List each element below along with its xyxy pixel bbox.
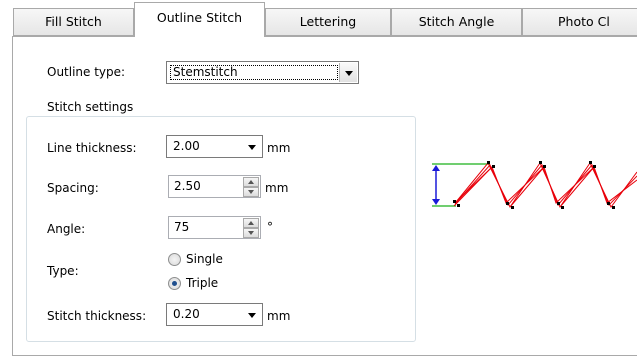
spacing-value: 2.50: [174, 179, 201, 193]
spinner-buttons: [243, 177, 259, 197]
outline-type-select[interactable]: Stemstitch: [166, 61, 359, 84]
tab-outline-stitch[interactable]: Outline Stitch: [134, 2, 265, 37]
chevron-down-icon: [345, 71, 353, 76]
outline-type-value: Stemstitch: [173, 65, 238, 79]
spin-up-icon[interactable]: [243, 218, 259, 228]
type-label: Type:: [47, 264, 79, 278]
radio-triple[interactable]: Triple: [168, 276, 218, 290]
radio-single-button[interactable]: [168, 252, 181, 266]
stitch-points: [453, 161, 615, 209]
radio-triple-button[interactable]: [168, 276, 181, 290]
stitch-settings-title: Stitch settings: [44, 100, 137, 114]
arrow-head-down: [432, 199, 440, 205]
stitch-thickness-label: Stitch thickness:: [47, 309, 147, 323]
chevron-down-icon: [248, 145, 256, 150]
spin-down-icon[interactable]: [243, 187, 259, 197]
spacing-unit: mm: [265, 181, 289, 195]
outline-type-label: Outline type:: [47, 65, 126, 79]
radio-triple-label: Triple: [186, 276, 219, 290]
spin-up-icon[interactable]: [243, 177, 259, 187]
angle-label: Angle:: [47, 222, 86, 236]
line-thickness-label: Line thickness:: [47, 141, 137, 155]
radio-single[interactable]: Single: [168, 252, 223, 266]
chevron-down-icon: [248, 313, 256, 318]
spinner-buttons: [243, 218, 259, 238]
line-thickness-value: 2.00: [173, 139, 200, 153]
spin-down-icon[interactable]: [243, 228, 259, 238]
spacing-label: Spacing:: [47, 181, 99, 195]
arrow-head-up: [432, 165, 440, 171]
line-thickness-select[interactable]: 2.00: [166, 135, 263, 158]
tab-stitch-angle[interactable]: Stitch Angle: [391, 8, 522, 36]
tab-fill-stitch[interactable]: Fill Stitch: [13, 8, 134, 36]
stitch-lines: [453, 161, 637, 209]
tab-strip: Fill Stitch Outline Stitch Lettering Sti…: [0, 0, 637, 37]
spacing-spinner[interactable]: 2.50: [168, 175, 261, 198]
tab-photo-click[interactable]: Photo Cl: [522, 8, 637, 36]
angle-spinner[interactable]: 75: [168, 216, 261, 239]
radio-single-label: Single: [186, 252, 223, 266]
stitch-preview-icon: [432, 161, 637, 209]
stitch-thickness-value: 0.20: [173, 307, 200, 321]
tab-lettering[interactable]: Lettering: [265, 8, 391, 36]
line-thickness-unit: mm: [267, 141, 291, 155]
angle-unit: °: [267, 220, 273, 234]
angle-value: 75: [174, 220, 190, 234]
stitch-thickness-select[interactable]: 0.20: [166, 303, 263, 326]
stitch-thickness-unit: mm: [267, 309, 291, 323]
